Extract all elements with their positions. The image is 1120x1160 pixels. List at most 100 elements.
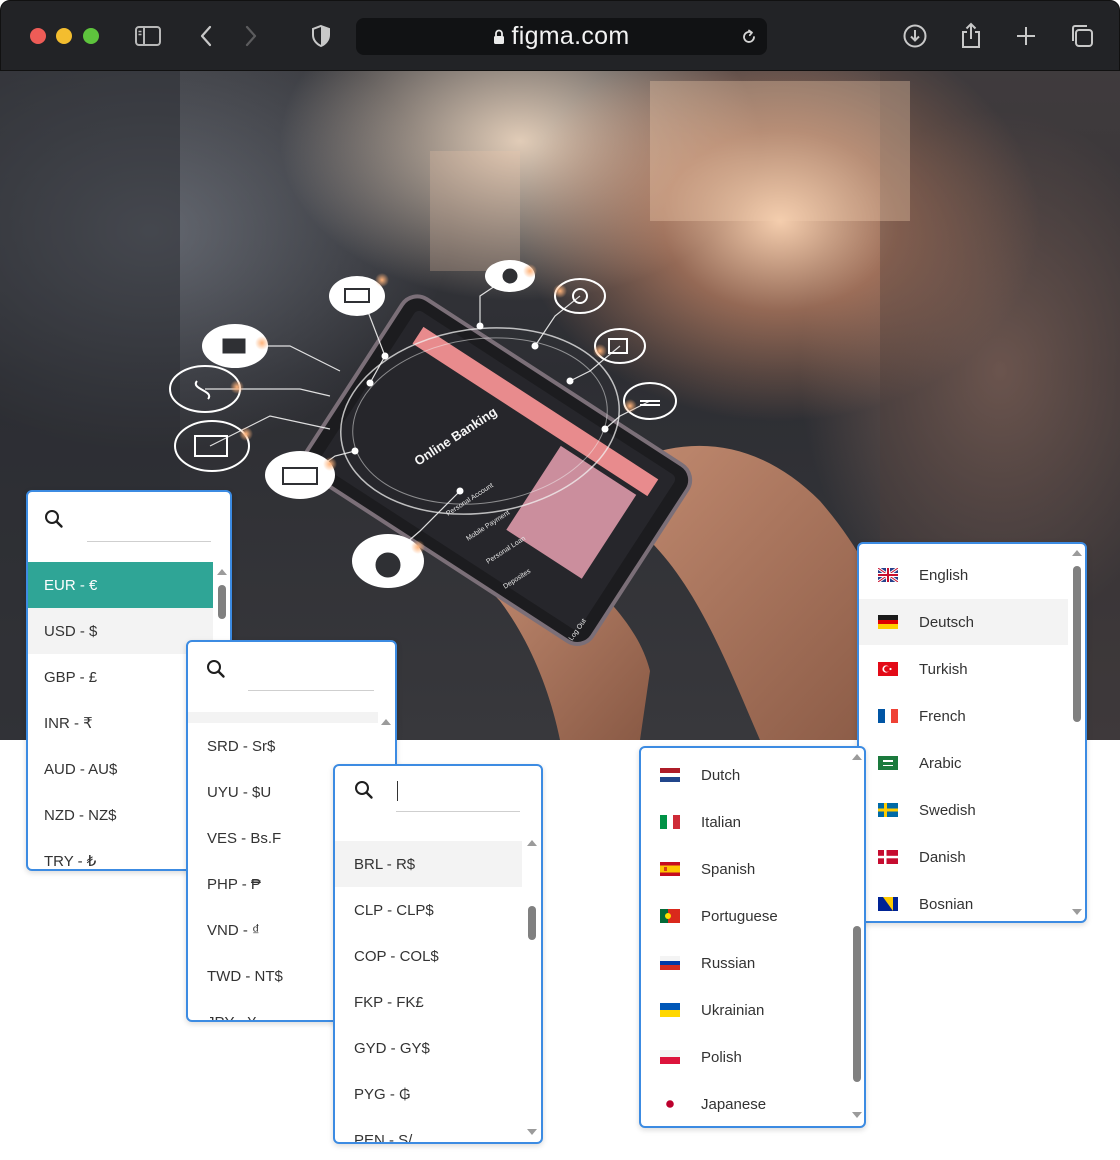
forward-icon[interactable] bbox=[237, 22, 265, 50]
list-item-label: Dutch bbox=[701, 766, 741, 784]
list-item[interactable]: BRL - R$ bbox=[335, 841, 522, 887]
poland-flag-icon bbox=[660, 1050, 680, 1064]
zoom-window-button[interactable] bbox=[83, 28, 99, 44]
list-item[interactable]: EUR - € bbox=[28, 562, 213, 608]
list-item[interactable]: FKP - FK£ bbox=[335, 979, 522, 1025]
address-bar[interactable]: figma.com bbox=[356, 18, 767, 55]
japan-flag-icon bbox=[660, 1097, 680, 1111]
scroll-thumb[interactable] bbox=[218, 585, 226, 619]
search-row bbox=[188, 642, 395, 712]
search-icon bbox=[45, 510, 63, 528]
currency-dropdown-3: BRL - R$ CLP - CLP$ COP - COL$ FKP - FK£… bbox=[333, 764, 543, 1144]
scroll-thumb[interactable] bbox=[528, 906, 536, 940]
list-item-label: English bbox=[919, 566, 969, 584]
list-item-label: Japanese bbox=[701, 1095, 767, 1113]
list-item[interactable]: Deutsch bbox=[859, 599, 1068, 645]
list-item[interactable]: Turkish bbox=[859, 646, 1068, 692]
list-item-label: Swedish bbox=[919, 801, 976, 819]
minimize-window-button[interactable] bbox=[56, 28, 72, 44]
list-item[interactable]: Bosnian bbox=[859, 881, 1068, 921]
list-item[interactable]: Russian bbox=[641, 940, 848, 986]
search-icon bbox=[207, 660, 225, 678]
germany-flag-icon bbox=[878, 615, 898, 629]
reload-icon[interactable] bbox=[737, 25, 761, 49]
saudi-flag-icon bbox=[878, 756, 898, 770]
list-item[interactable]: Swedish bbox=[859, 787, 1068, 833]
netherlands-flag-icon bbox=[660, 768, 680, 782]
list-item[interactable]: Italian bbox=[641, 799, 848, 845]
portugal-flag-icon bbox=[660, 909, 680, 923]
scroll-up-icon[interactable] bbox=[381, 719, 391, 725]
scroll-up-icon[interactable] bbox=[217, 569, 227, 575]
list-item-label: Russian bbox=[701, 954, 756, 972]
list-item-label: Turkish bbox=[919, 660, 968, 678]
list-item[interactable]: Japanese bbox=[641, 1081, 848, 1126]
search-input[interactable] bbox=[87, 541, 211, 542]
scroll-down-icon[interactable] bbox=[527, 1129, 537, 1135]
lock-icon bbox=[493, 29, 505, 45]
scrollbar[interactable] bbox=[1071, 544, 1083, 921]
scroll-down-icon[interactable] bbox=[852, 1112, 862, 1118]
list-item[interactable]: COP - COL$ bbox=[335, 933, 522, 979]
text-cursor bbox=[397, 781, 398, 801]
search-row bbox=[28, 492, 230, 562]
list-item-partial bbox=[188, 712, 378, 723]
scrollbar[interactable] bbox=[526, 836, 538, 1142]
share-icon[interactable] bbox=[957, 22, 985, 50]
list-item-label: Ukrainian bbox=[701, 1001, 765, 1019]
list-item[interactable]: SRD - Sr$ bbox=[188, 723, 378, 769]
search-input[interactable] bbox=[396, 811, 520, 812]
search-input[interactable] bbox=[248, 690, 374, 691]
denmark-flag-icon bbox=[878, 850, 898, 864]
list-item[interactable]: GYD - GY$ bbox=[335, 1025, 522, 1071]
list-item[interactable]: Danish bbox=[859, 834, 1068, 880]
scroll-thumb[interactable] bbox=[853, 926, 861, 1082]
list-item[interactable]: Spanish bbox=[641, 846, 848, 892]
list-item[interactable]: Portuguese bbox=[641, 893, 848, 939]
new-tab-icon[interactable] bbox=[1012, 22, 1040, 50]
search-icon bbox=[355, 781, 373, 799]
scroll-thumb[interactable] bbox=[1073, 566, 1081, 722]
scroll-down-icon[interactable] bbox=[1072, 909, 1082, 915]
russia-flag-icon bbox=[660, 956, 680, 970]
sidebar-icon[interactable] bbox=[134, 22, 162, 50]
scrollbar[interactable] bbox=[851, 748, 863, 1126]
italy-flag-icon bbox=[660, 815, 680, 829]
list-item[interactable]: French bbox=[859, 693, 1068, 739]
list-item-label: Deutsch bbox=[919, 613, 975, 631]
language-dropdown-1: English Deutsch Turkish French Arabic Sw… bbox=[857, 542, 1087, 923]
sweden-flag-icon bbox=[878, 803, 898, 817]
download-icon[interactable] bbox=[901, 22, 929, 50]
list-item[interactable]: Polish bbox=[641, 1034, 848, 1080]
close-window-button[interactable] bbox=[30, 28, 46, 44]
spain-flag-icon bbox=[660, 862, 680, 876]
france-flag-icon bbox=[878, 709, 898, 723]
tab-overview-icon[interactable] bbox=[1068, 22, 1096, 50]
bosnia-flag-icon bbox=[878, 897, 898, 911]
browser-toolbar: figma.com bbox=[0, 0, 1120, 71]
list-item[interactable]: English bbox=[859, 552, 1068, 598]
list-item-label: Spanish bbox=[701, 860, 756, 878]
shield-icon[interactable] bbox=[307, 22, 335, 50]
list-item-label: French bbox=[919, 707, 966, 725]
list-item[interactable]: PYG - ₲ bbox=[335, 1071, 522, 1117]
list-item[interactable]: CLP - CLP$ bbox=[335, 887, 522, 933]
list-item[interactable]: Dutch bbox=[641, 752, 848, 798]
list-item[interactable]: Arabic bbox=[859, 740, 1068, 786]
list-item[interactable]: PEN - S/. bbox=[335, 1117, 522, 1143]
back-icon[interactable] bbox=[192, 22, 220, 50]
scroll-up-icon[interactable] bbox=[527, 840, 537, 846]
uk-flag-icon bbox=[878, 568, 898, 582]
list-item[interactable]: Ukrainian bbox=[641, 987, 848, 1033]
url-text: figma.com bbox=[511, 22, 630, 50]
language-dropdown-2: Dutch Italian Spanish Portuguese Russian… bbox=[639, 746, 866, 1128]
search-row bbox=[335, 766, 541, 836]
list-item-label: Bosnian bbox=[919, 895, 974, 913]
scroll-up-icon[interactable] bbox=[852, 754, 862, 760]
turkey-flag-icon bbox=[878, 662, 898, 676]
list-item-label: Italian bbox=[701, 813, 742, 831]
scroll-up-icon[interactable] bbox=[1072, 550, 1082, 556]
list-item-label: Arabic bbox=[919, 754, 962, 772]
list-item-label: Polish bbox=[701, 1048, 742, 1066]
list-item-label: Danish bbox=[919, 848, 966, 866]
